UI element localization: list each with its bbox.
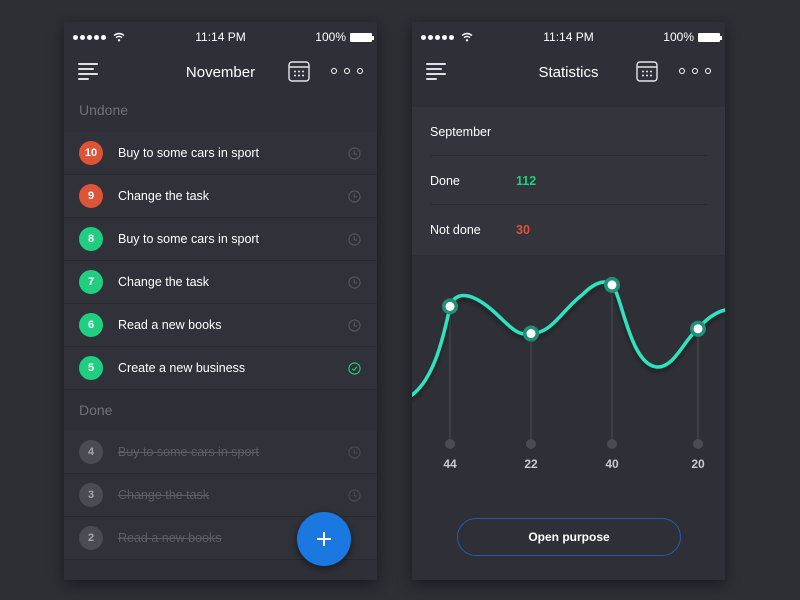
stats-month: September [430, 125, 492, 139]
task-label: Read a new books [118, 531, 222, 545]
nav-bar: Statistics [412, 52, 725, 94]
chart-point-center [445, 301, 455, 311]
clock-icon[interactable] [348, 275, 361, 289]
clock-icon[interactable] [348, 318, 361, 332]
menu-icon-line [78, 68, 94, 70]
task-label: Buy to some cars in sport [118, 445, 260, 459]
chart-base-dot [693, 439, 703, 449]
section-label-done: Done [79, 402, 113, 418]
chart-base-dot [445, 439, 455, 449]
task-number-badge: 6 [79, 313, 103, 337]
stat-row-done: Done 112 [430, 156, 707, 205]
stats-summary: September Done 112 Not done 30 [412, 107, 725, 255]
task-item[interactable]: 6 Read a new books [64, 304, 377, 347]
more-options-button[interactable] [679, 68, 711, 74]
clock-icon[interactable] [348, 445, 361, 459]
add-task-button[interactable] [297, 512, 351, 566]
menu-icon-line [426, 78, 437, 80]
task-label: Buy to some cars in sport [118, 232, 260, 246]
task-item[interactable]: 10 Buy to some cars in sport [64, 132, 377, 175]
task-item[interactable]: 7 Change the task [64, 261, 377, 304]
battery-percent: 100% [663, 30, 694, 44]
task-item[interactable]: 3 Change the task [64, 474, 377, 517]
task-item[interactable]: 9 Change the task [64, 175, 377, 218]
battery-icon [350, 32, 374, 42]
status-bar: 11:14 PM 100% [64, 22, 377, 52]
check-circle-icon[interactable] [348, 361, 361, 375]
chart-base-dot [607, 439, 617, 449]
battery-status: 100% [315, 30, 374, 44]
menu-icon-line [426, 68, 442, 70]
task-label: Change the task [118, 275, 210, 289]
more-icon-dot [705, 68, 711, 74]
clock-icon[interactable] [348, 189, 361, 203]
task-number-badge: 10 [79, 141, 103, 165]
clock-icon[interactable] [348, 232, 361, 246]
task-label: Change the task [118, 488, 210, 502]
task-item[interactable]: 8 Buy to some cars in sport [64, 218, 377, 261]
status-bar: 11:14 PM 100% [412, 22, 725, 52]
line-chart: 44 22 40 20 [412, 276, 725, 471]
battery-percent: 100% [315, 30, 346, 44]
task-number-badge: 5 [79, 356, 103, 380]
stats-month-row: September [430, 107, 707, 156]
undone-task-list: 10 Buy to some cars in sport 9 Change the t… [64, 132, 377, 390]
chart-tick-label: 22 [524, 457, 538, 471]
task-label: Change the task [118, 189, 210, 203]
section-label-undone: Undone [79, 102, 129, 118]
task-item[interactable]: 4 Buy to some cars in sport [64, 431, 377, 474]
task-number-badge: 2 [79, 526, 103, 550]
stat-label: Not done [430, 223, 481, 237]
battery-icon [698, 32, 722, 42]
task-number-badge: 3 [79, 483, 103, 507]
menu-icon [426, 63, 446, 65]
battery-status: 100% [663, 30, 722, 44]
menu-icon-line [78, 78, 89, 80]
calendar-icon[interactable] [636, 60, 658, 82]
tasks-screen: 11:14 PM 100% November Undone 10 Buy to s… [64, 22, 377, 580]
stat-row-not-done: Not done 30 [430, 205, 707, 254]
menu-button[interactable] [78, 63, 100, 81]
calendar-icon[interactable] [288, 60, 310, 82]
chart-tick-label: 40 [605, 457, 619, 471]
clock-icon[interactable] [348, 488, 361, 502]
nav-bar: November [64, 52, 377, 94]
stat-value: 30 [516, 223, 530, 237]
stat-label: Done [430, 174, 460, 188]
chart-point-center [607, 280, 617, 290]
more-options-button[interactable] [331, 68, 363, 74]
task-label: Read a new books [118, 318, 222, 332]
chart-series-line [412, 280, 725, 397]
task-number-badge: 4 [79, 440, 103, 464]
task-number-badge: 8 [79, 227, 103, 251]
more-icon [679, 68, 685, 74]
menu-icon [78, 63, 98, 65]
chart-tick-label: 20 [691, 457, 705, 471]
open-purpose-button[interactable]: Open purpose [457, 518, 681, 556]
task-number-badge: 9 [79, 184, 103, 208]
more-icon [331, 68, 337, 74]
chart-point-center [693, 324, 703, 334]
more-icon-dot [344, 68, 350, 74]
menu-button[interactable] [426, 63, 448, 81]
chart-tick-label: 44 [443, 457, 457, 471]
task-label: Buy to some cars in sport [118, 146, 260, 160]
task-number-badge: 7 [79, 270, 103, 294]
chart-base-dot [526, 439, 536, 449]
menu-icon-line [426, 73, 446, 75]
more-icon-dot [692, 68, 698, 74]
task-item[interactable]: 5 Create a new business [64, 347, 377, 390]
more-icon-dot [357, 68, 363, 74]
clock-icon[interactable] [348, 146, 361, 160]
menu-icon-line [78, 73, 98, 75]
stat-value: 112 [516, 174, 537, 188]
statistics-screen: 11:14 PM 100% Statistics September Done [412, 22, 725, 580]
chart-point-center [526, 329, 536, 339]
task-label: Create a new business [118, 361, 246, 375]
